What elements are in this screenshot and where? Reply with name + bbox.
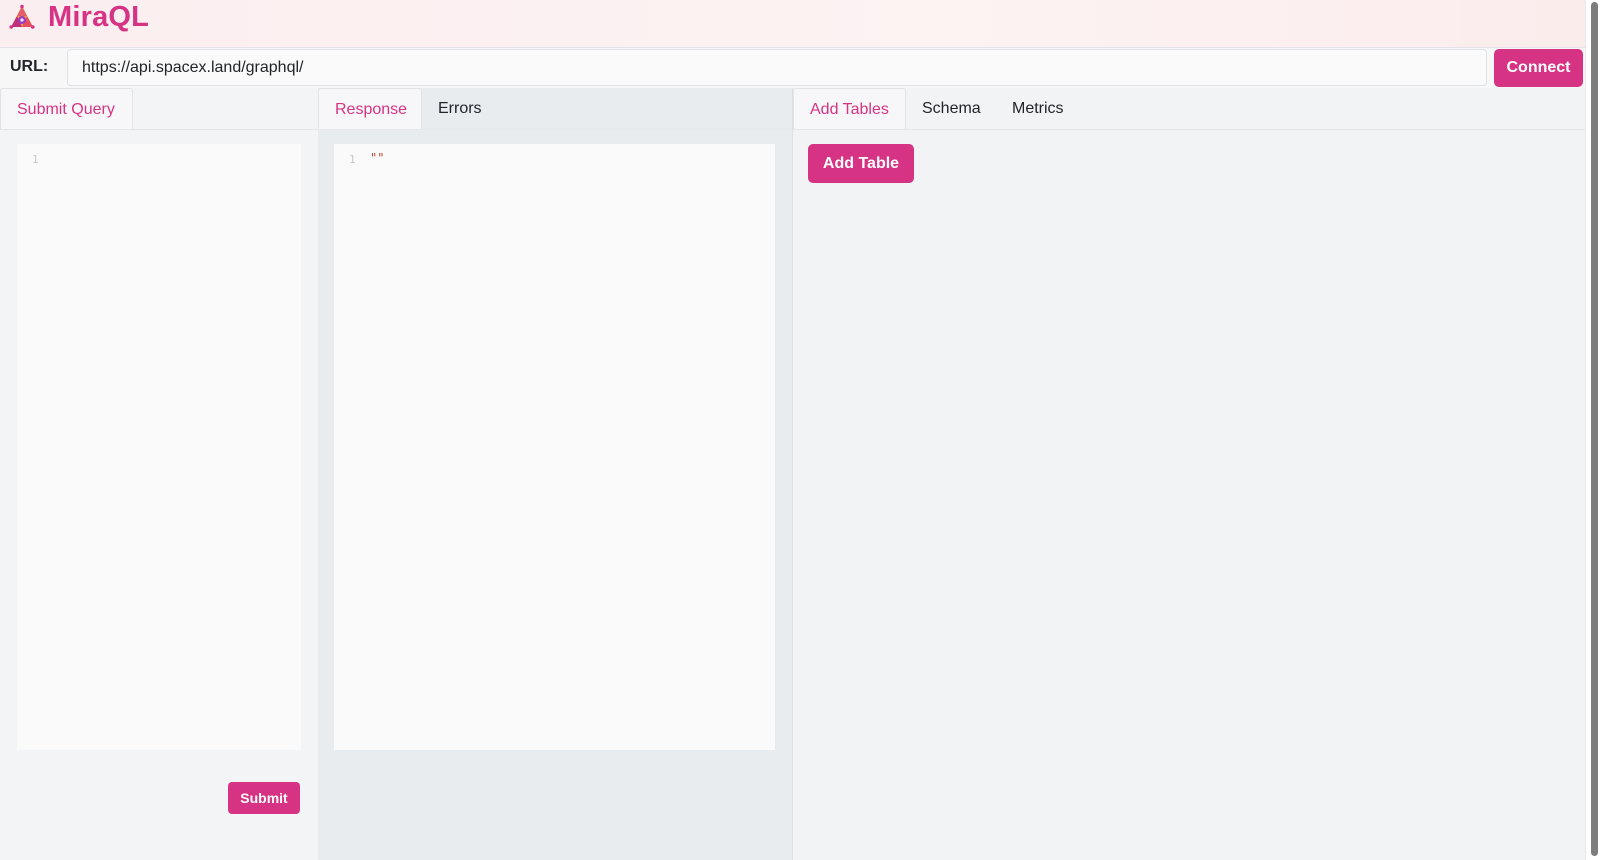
app-root: MiraQL URL: Connect Submit Query 1 Submi… <box>0 0 1602 860</box>
miraql-logo-icon <box>8 4 36 32</box>
url-input[interactable] <box>67 49 1487 86</box>
tab-errors[interactable]: Errors <box>422 88 498 129</box>
tab-schema[interactable]: Schema <box>906 88 997 129</box>
scrollbar-thumb[interactable] <box>1591 2 1598 856</box>
submit-button[interactable]: Submit <box>228 782 300 814</box>
url-bar: URL: Connect <box>0 47 1585 89</box>
query-editor[interactable]: 1 <box>17 144 301 750</box>
line-number: 1 <box>32 153 39 166</box>
response-panel: Response Errors 1 "" <box>318 88 792 860</box>
tab-submit-query[interactable]: Submit Query <box>0 88 133 129</box>
page-scrollbar[interactable] <box>1585 0 1602 860</box>
tables-tabbar: Add Tables Schema Metrics <box>793 88 1586 130</box>
query-tabbar: Submit Query <box>0 88 318 130</box>
connect-button[interactable]: Connect <box>1494 49 1583 87</box>
tab-metrics[interactable]: Metrics <box>996 88 1080 129</box>
tables-panel: Add Tables Schema Metrics Add Table <box>792 88 1586 860</box>
response-content: "" <box>370 151 385 165</box>
url-label: URL: <box>10 58 49 75</box>
tab-response[interactable]: Response <box>318 88 422 129</box>
line-number: 1 <box>349 153 356 166</box>
tab-add-tables[interactable]: Add Tables <box>793 88 906 129</box>
response-viewer[interactable]: 1 "" <box>334 144 775 750</box>
query-panel: Submit Query 1 Submit <box>0 88 319 860</box>
app-header: MiraQL <box>0 0 1585 47</box>
response-tabbar: Response Errors <box>318 88 792 130</box>
add-table-button[interactable]: Add Table <box>808 144 914 183</box>
app-title: MiraQL <box>48 1 150 33</box>
